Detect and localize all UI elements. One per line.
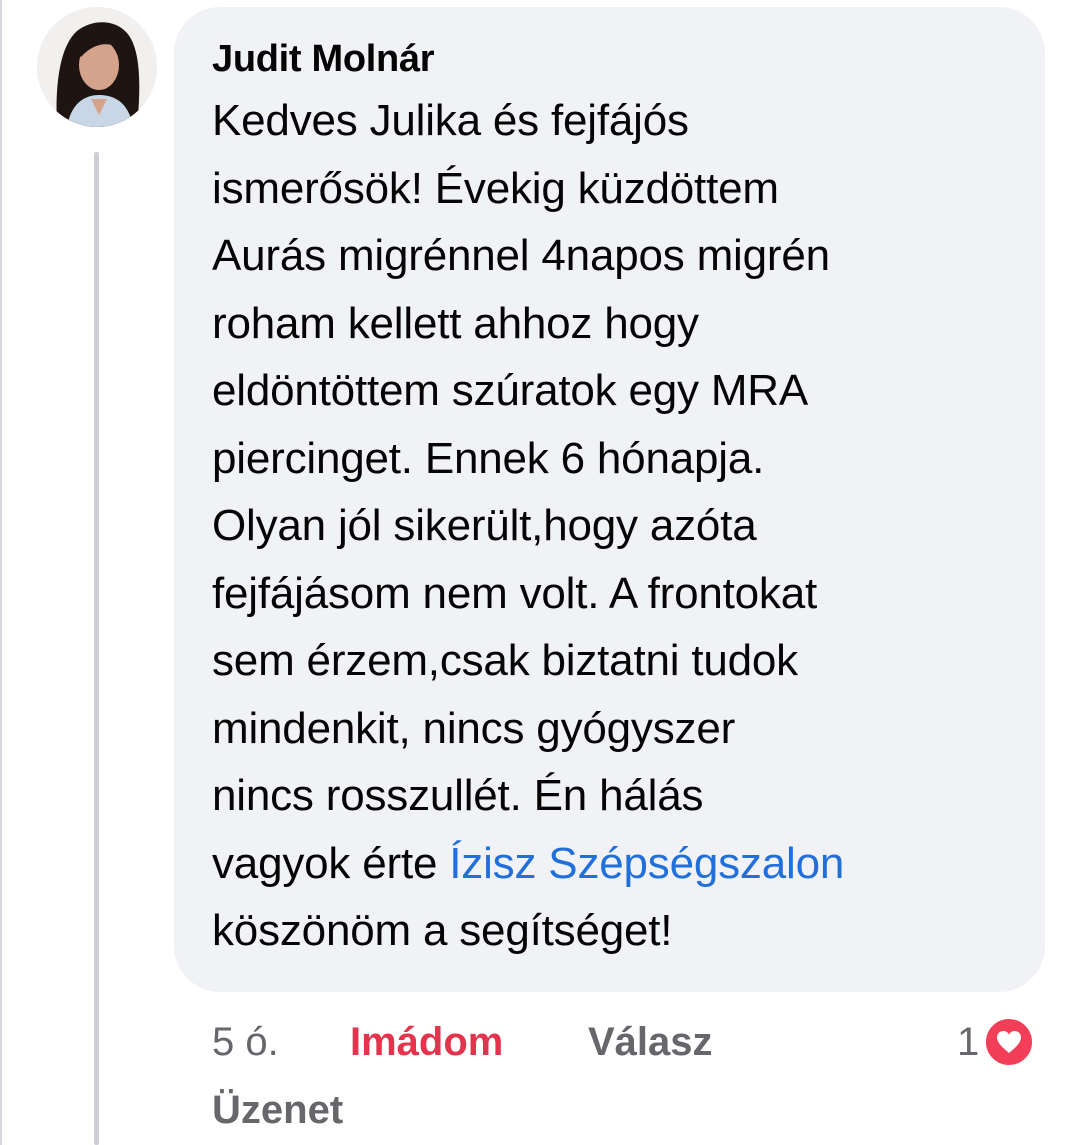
comment-bubble: Judit Molnár Kedves Julika és fejfájós i… [174, 7, 1045, 992]
comment-body-text: vagyok érte [212, 838, 450, 888]
reaction-count: 1 [957, 1020, 980, 1064]
reaction-summary[interactable]: 1 [957, 1012, 1036, 1072]
comment-body-line: Aurás migrénnel 4napos migrén [212, 231, 830, 280]
message-button[interactable]: Üzenet [212, 1080, 343, 1140]
reply-button[interactable]: Válasz [588, 1012, 713, 1072]
comment-body-line: ismerősök! Évekig küzdöttem [212, 163, 779, 213]
comment-body-line: eldöntöttem szúratok egy MRA [212, 366, 809, 415]
heart-icon [983, 1016, 1036, 1068]
love-reaction-button[interactable]: Imádom [350, 1012, 503, 1072]
comment-body: Kedves Julika és fejfájós ismerősök! Éve… [212, 87, 1015, 965]
avatar-photo [37, 7, 157, 127]
left-edge-divider [0, 0, 2, 1145]
comment-body-line: roham kellett ahhoz hogy [212, 298, 699, 348]
comment-body-line: piercinget. Ennek 6 hónapja. [212, 433, 765, 483]
page-mention-link[interactable]: Ízisz Szépségszalon [449, 839, 844, 888]
comment-body-line: Kedves Julika és fejfájós [212, 96, 689, 145]
comment-body-line-with-mention: vagyok érte Ízisz Szépségszalon [212, 830, 1015, 898]
comment-body-line: fejfájásom nem volt. A frontokat [212, 568, 818, 618]
avatar[interactable] [37, 7, 157, 127]
comment-body-line: sem érzem,csak biztatni tudok [212, 636, 798, 685]
comment-body-line: nincs rosszullét. Én hálás [212, 771, 704, 820]
comment-author-name[interactable]: Judit Molnár [212, 33, 1015, 85]
comment-actions: 5 ó. Imádom Válasz Üzenet [212, 1012, 1062, 1142]
comment-body-line: köszönöm a segítséget! [212, 906, 673, 955]
comment-body-line: Olyan jól sikerült,hogy azóta [212, 501, 757, 550]
comment-body-line: mindenkit, nincs gyógyszer [212, 703, 736, 753]
comment-timestamp[interactable]: 5 ó. [212, 1012, 279, 1072]
reply-thread-line [94, 152, 99, 1145]
